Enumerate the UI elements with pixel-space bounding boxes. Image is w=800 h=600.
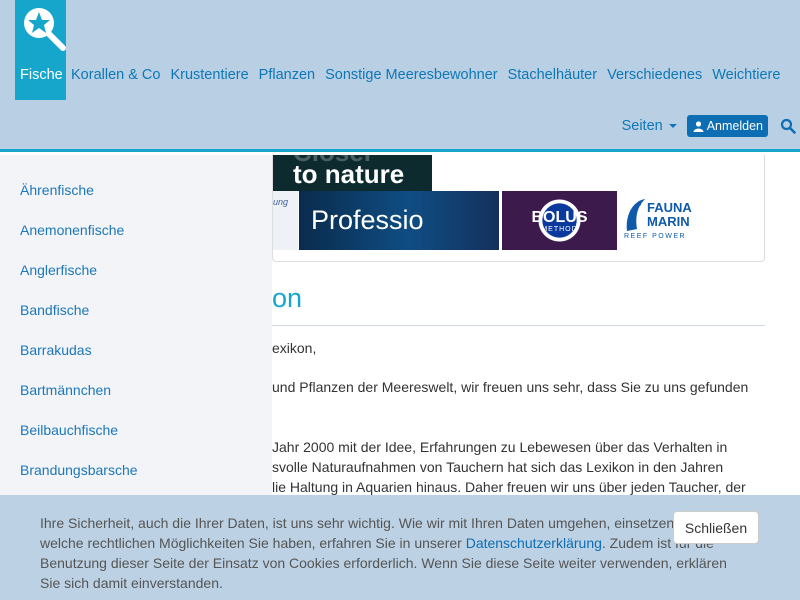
- seiten-dropdown[interactable]: Seiten: [622, 118, 677, 134]
- intro-line-1: exikon,: [272, 340, 317, 356]
- sidebar-item-brandungsbarsche[interactable]: Brandungsbarsche: [20, 462, 138, 478]
- sponsor-banner-panel: Closer to nature ung Professio BOLUS MET…: [272, 155, 765, 262]
- bolus-title: BOLUS: [531, 209, 588, 226]
- top-navbar: Fische Korallen & Co Krustentiere Pflanz…: [0, 0, 800, 152]
- fauna-line1: FAUNA: [647, 200, 692, 215]
- nav-item-stachelhaeuter[interactable]: Stachelhäuter: [503, 55, 602, 100]
- intro-line-5: lie Haltung in Aquarien hinaus. Daher fr…: [272, 479, 746, 495]
- ad-fauna-marin[interactable]: FAUNA MARIN REEF POWER: [621, 191, 701, 250]
- user-icon: [693, 120, 704, 132]
- cookie-banner: Ihre Sicherheit, auch die Ihrer Daten, i…: [0, 495, 800, 600]
- login-button[interactable]: Anmelden: [686, 115, 768, 137]
- site-logo[interactable]: [15, 0, 66, 55]
- category-sidebar: Ährenfische Anemonenfische Anglerfische …: [0, 155, 272, 495]
- nav-item-pflanzen[interactable]: Pflanzen: [254, 55, 320, 100]
- nav-item-sonstige[interactable]: Sonstige Meeresbewohner: [320, 55, 503, 100]
- ad-bolus-method[interactable]: BOLUS METHOD: [502, 191, 617, 250]
- intro-line-3: Jahr 2000 mit der Idee, Erfahrungen zu L…: [272, 439, 728, 455]
- fish-logo-icon: [626, 199, 645, 231]
- main-nav: Fische Korallen & Co Krustentiere Pflanz…: [0, 55, 785, 100]
- ad-prof-text: Professio: [311, 205, 424, 235]
- sidebar-item-anglerfische[interactable]: Anglerfische: [20, 262, 97, 278]
- bolus-sub: METHOD: [541, 226, 578, 233]
- sidebar-item-beilbauchfische[interactable]: Beilbauchfische: [20, 422, 118, 438]
- search-icon[interactable]: [780, 118, 796, 134]
- nav-item-verschiedenes[interactable]: Verschiedenes: [602, 55, 707, 100]
- sidebar-item-bartmaennchen[interactable]: Bartmännchen: [20, 382, 111, 398]
- ad-closer-to-nature[interactable]: Closer to nature: [273, 155, 432, 191]
- login-label: Anmelden: [706, 119, 763, 133]
- fauna-line3: REEF POWER: [624, 233, 687, 240]
- caret-down-icon: [668, 124, 677, 128]
- nav-item-korallen[interactable]: Korallen & Co: [66, 55, 165, 100]
- nav-item-weichtiere[interactable]: Weichtiere: [707, 55, 785, 100]
- sidebar-item-anemonenfische[interactable]: Anemonenfische: [20, 222, 124, 238]
- ad-left-text: ung: [273, 197, 289, 207]
- cookie-text: Ihre Sicherheit, auch die Ihrer Daten, i…: [40, 513, 740, 593]
- ad-faded-text: Closer: [293, 155, 374, 171]
- header-tools: Seiten Anmelden: [622, 114, 800, 138]
- ad-professional[interactable]: Professio: [299, 191, 499, 250]
- sidebar-item-barrakudas[interactable]: Barrakudas: [20, 342, 92, 358]
- intro-line-4: svolle Naturaufnahmen von Tauchern hat s…: [272, 459, 724, 475]
- star-magnifier-logo-icon: [24, 8, 66, 51]
- sidebar-item-aehrenfische[interactable]: Ährenfische: [20, 182, 94, 198]
- cookie-close-button[interactable]: Schließen: [673, 511, 759, 544]
- nav-item-fische[interactable]: Fische: [15, 55, 66, 100]
- intro-line-2: und Pflanzen der Meereswelt, wir freuen …: [272, 379, 749, 395]
- nav-item-krustentiere[interactable]: Krustentiere: [165, 55, 253, 100]
- sidebar-item-bandfische[interactable]: Bandfische: [20, 302, 89, 318]
- page-title: on: [272, 283, 303, 313]
- privacy-link[interactable]: Datenschutzerklärung: [466, 535, 602, 551]
- title-divider: [272, 325, 765, 326]
- ad-left-partial[interactable]: ung: [273, 191, 298, 250]
- seiten-label: Seiten: [621, 118, 663, 134]
- fauna-line2: MARIN: [647, 214, 690, 229]
